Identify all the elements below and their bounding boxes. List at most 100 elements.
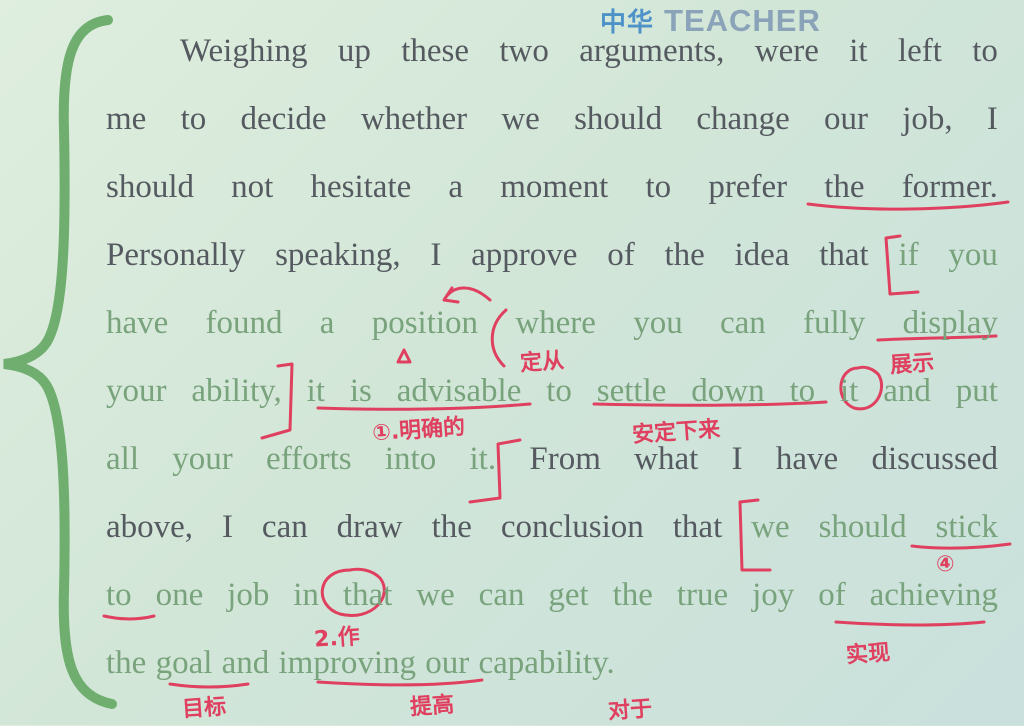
word: job <box>227 577 270 613</box>
word: joy <box>752 577 795 613</box>
word: arguments, <box>579 33 725 69</box>
word: in <box>293 577 319 613</box>
word: position <box>371 305 479 341</box>
word: you <box>633 305 683 341</box>
word: efforts <box>266 441 352 477</box>
triangle-mark <box>396 348 412 364</box>
word: should <box>574 101 663 137</box>
word: have <box>106 305 169 341</box>
word: our <box>824 101 868 137</box>
annotation-circle-four: ④ <box>935 551 956 578</box>
word: above, <box>106 509 194 545</box>
word: should <box>106 169 195 205</box>
word: you <box>948 237 998 273</box>
word: whether <box>360 101 468 137</box>
annotation-mingque: ①.明确的 <box>371 414 466 447</box>
word: prefer <box>708 169 788 205</box>
word: of <box>607 237 635 273</box>
word: your <box>106 373 167 409</box>
word: put <box>955 373 998 409</box>
word: where <box>515 305 596 341</box>
word: fully <box>802 305 866 341</box>
word: not <box>231 169 274 205</box>
word: these <box>401 33 470 69</box>
word: to <box>180 101 207 137</box>
annotation-num-two: 2.作 <box>313 624 361 653</box>
document-photo: 中华 TEACHER Weighing up these two arguments, we… <box>0 0 1024 725</box>
word: hesitate <box>310 169 412 205</box>
word: idea <box>734 237 790 273</box>
word: display <box>902 305 998 341</box>
word: and <box>221 645 270 681</box>
word: were <box>754 33 819 69</box>
annotation-mubiao: 目标 <box>181 694 228 723</box>
word: two <box>499 33 549 69</box>
word: the <box>664 237 705 273</box>
green-brace <box>3 15 117 709</box>
word: to <box>789 373 816 409</box>
word: all <box>106 441 139 477</box>
annotation-zhanshi: 展示 <box>889 350 936 379</box>
word: conclusion <box>500 509 644 545</box>
annotation-shixian: 实现 <box>845 640 892 669</box>
text-line-2: me to decide whether we should change our job, I <box>106 96 998 142</box>
word: change <box>696 101 790 137</box>
annotation-anding: 安定下来 <box>631 416 721 449</box>
text-line-9: to one job in that we can get the true joy of achiev… <box>106 572 998 618</box>
text-line-8: above, Ican draw the conclusion that we should s… <box>106 504 998 550</box>
word: we <box>501 101 540 137</box>
word: a <box>448 169 464 205</box>
text-line-1: Weighing up these two arguments, were it left to <box>180 28 998 74</box>
word: up <box>337 33 371 69</box>
word: Weighing <box>180 33 308 69</box>
annotation-duiyu: 对于 <box>607 696 654 725</box>
word: draw <box>336 509 403 545</box>
word: down <box>691 373 765 409</box>
word: have <box>775 441 839 477</box>
word: the <box>431 509 472 545</box>
word: our <box>425 645 470 681</box>
word: true <box>676 577 729 613</box>
word: get <box>548 577 589 613</box>
text-line-4: Personally speaking, Iapprove of the idea that… <box>106 232 998 278</box>
word: me <box>106 101 147 137</box>
word: is <box>349 373 372 409</box>
word: to <box>106 577 132 613</box>
word: that <box>819 237 869 273</box>
word: we <box>751 509 790 545</box>
word: should <box>818 509 907 545</box>
annotation-dingcong: 定从 <box>519 348 566 377</box>
word: it. <box>469 441 497 477</box>
word: ability, <box>191 373 282 409</box>
word: a <box>319 305 335 341</box>
word: the <box>824 169 865 205</box>
word: the <box>106 645 147 681</box>
word: capability. <box>478 645 615 681</box>
word: found <box>205 305 283 341</box>
text-line-3: should not hesitate a moment to prefer the forme… <box>106 164 998 210</box>
word: stick <box>935 509 998 545</box>
word: the <box>612 577 653 613</box>
word: of <box>818 577 846 613</box>
word: advisable <box>396 373 522 409</box>
word: From <box>529 441 601 477</box>
word: it <box>840 373 859 409</box>
word: can <box>261 509 308 545</box>
word: that <box>672 509 723 545</box>
word: can <box>478 577 525 613</box>
word: it <box>306 373 325 409</box>
word: Personally <box>106 237 246 273</box>
word: that <box>342 577 393 613</box>
annotation-tigao: 提高 <box>409 692 456 721</box>
word: job, <box>902 101 953 137</box>
word: one <box>155 577 204 613</box>
word: moment <box>500 169 609 205</box>
underline-achieving <box>834 620 986 627</box>
word: to <box>645 169 672 205</box>
word: left <box>897 33 942 69</box>
word: speaking, <box>275 237 401 273</box>
word: achieving <box>869 577 998 613</box>
text-line-5: have found a position where you can fully displa… <box>106 300 998 346</box>
word: it <box>849 33 868 69</box>
word: settle <box>596 373 667 409</box>
